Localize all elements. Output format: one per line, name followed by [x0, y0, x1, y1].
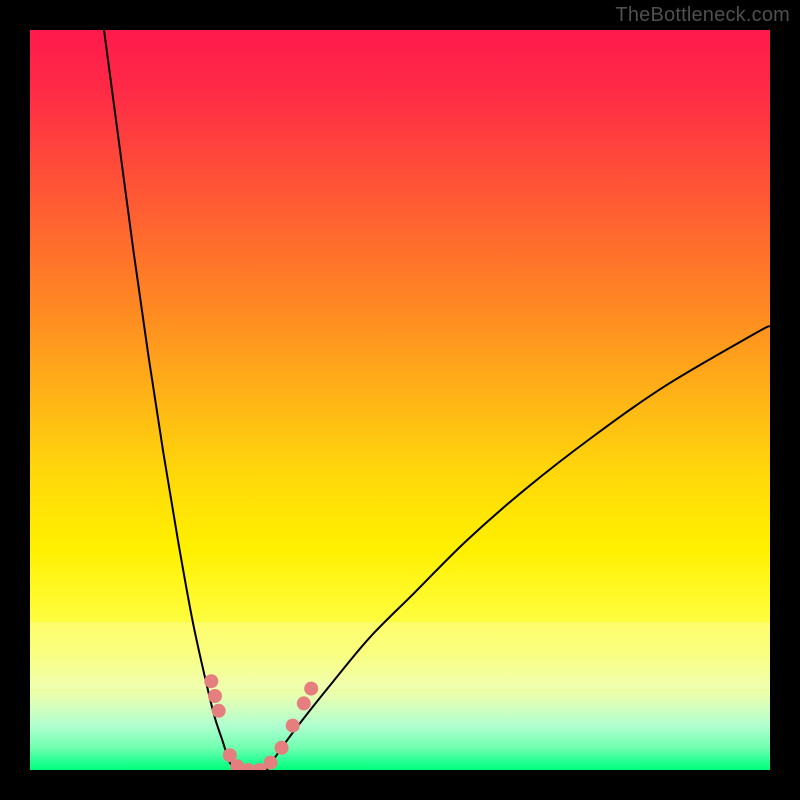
- plot-area: [30, 30, 770, 770]
- marker-point: [208, 689, 222, 703]
- curve-right-branch: [267, 326, 770, 770]
- marker-point: [286, 719, 300, 733]
- curve-layer: [30, 30, 770, 770]
- watermark-text: TheBottleneck.com: [615, 4, 790, 27]
- marker-point: [304, 682, 318, 696]
- chart-frame: TheBottleneck.com: [0, 0, 800, 800]
- marker-point: [264, 756, 278, 770]
- marker-point: [297, 696, 311, 710]
- marker-point: [212, 704, 226, 718]
- marker-point: [204, 674, 218, 688]
- curve-group: [104, 30, 770, 770]
- marker-point: [275, 741, 289, 755]
- curve-left-branch: [104, 30, 237, 770]
